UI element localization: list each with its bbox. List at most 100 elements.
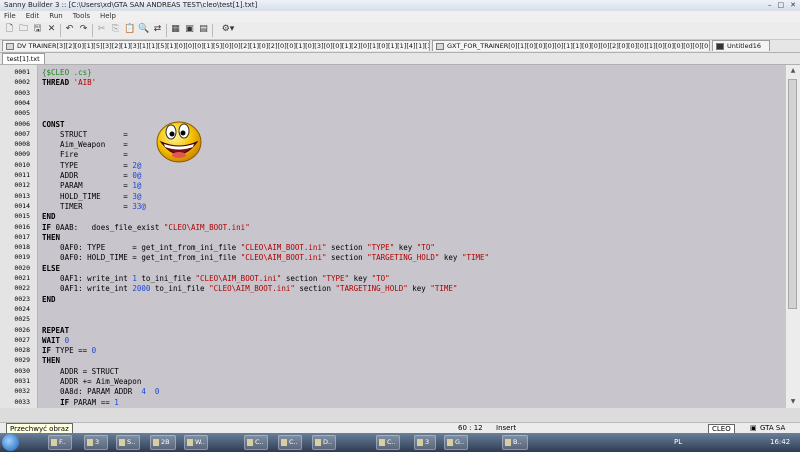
- paste-icon[interactable]: 📋: [124, 24, 135, 35]
- redo-icon[interactable]: ↷: [78, 24, 89, 35]
- menu-bar: File Edit Run Tools Help: [0, 11, 800, 22]
- code-line[interactable]: HOLD_TIME = 3@: [42, 192, 141, 201]
- code-line[interactable]: 0AF0: TYPE = get_int_from_ini_file "CLEO…: [42, 243, 435, 252]
- taskbar-item[interactable]: C..: [278, 435, 302, 450]
- code-line[interactable]: 0A8d: PARAM ADDR 4 0: [42, 387, 159, 396]
- code-line[interactable]: ADDR = 0@: [42, 171, 141, 180]
- code-line[interactable]: ELSE: [42, 264, 60, 273]
- replace-icon[interactable]: ⇄: [152, 24, 163, 35]
- code-line[interactable]: Fire =: [42, 150, 128, 159]
- taskbar-item[interactable]: C..: [376, 435, 400, 450]
- line-number: 0029: [14, 356, 30, 365]
- code-line[interactable]: THREAD 'AIB': [42, 78, 96, 87]
- decompile-icon[interactable]: ▤: [198, 24, 209, 35]
- code-line[interactable]: PARAM = 1@: [42, 181, 141, 190]
- line-number: 0027: [14, 335, 30, 344]
- line-number: 0001: [14, 68, 30, 76]
- code-line[interactable]: REPEAT: [42, 326, 69, 335]
- toolbar-separator: [166, 24, 167, 37]
- code-line[interactable]: THEN: [42, 233, 60, 242]
- code-line[interactable]: CONST: [42, 120, 65, 129]
- scroll-up-icon[interactable]: ▲: [786, 65, 800, 77]
- code-line[interactable]: END: [42, 212, 56, 221]
- line-number: 0018: [14, 243, 30, 252]
- new-file-icon[interactable]: 🗋: [4, 24, 15, 35]
- line-number: 0006: [14, 119, 30, 128]
- taskbar-item[interactable]: C..: [244, 435, 268, 450]
- close-button[interactable]: ✕: [790, 1, 796, 9]
- find-icon[interactable]: 🔍: [138, 24, 149, 35]
- menu-tools[interactable]: Tools: [73, 11, 90, 22]
- taskbar-item[interactable]: 3: [414, 435, 436, 450]
- save-icon[interactable]: 🖫: [32, 24, 43, 35]
- code-line[interactable]: STRUCT =: [42, 130, 128, 139]
- code-line[interactable]: TYPE = 2@: [42, 161, 141, 170]
- code-line[interactable]: IF 0AAB: does_file_exist "CLEO\AIM_BOOT.…: [42, 223, 250, 232]
- taskbar-item[interactable]: G..: [444, 435, 468, 450]
- cut-icon[interactable]: ✂: [96, 24, 107, 35]
- line-number: 0011: [14, 171, 30, 179]
- line-number: 0033: [14, 397, 30, 406]
- line-number: 0007: [14, 129, 30, 138]
- settings-gear-icon[interactable]: ⚙▾: [218, 24, 238, 35]
- scrollbar-thumb[interactable]: [788, 79, 797, 309]
- tab-untitled16[interactable]: Untitled16: [712, 40, 770, 51]
- line-number: 0021: [14, 274, 30, 282]
- minimize-button[interactable]: –: [768, 1, 772, 9]
- tab-test-txt[interactable]: test[1].txt: [2, 53, 45, 64]
- open-file-icon[interactable]: 🗀: [18, 24, 29, 35]
- copy-icon[interactable]: ⎘: [110, 24, 121, 35]
- line-number: 0010: [14, 160, 30, 169]
- toolbar-separator: [92, 24, 93, 37]
- taskbar-item[interactable]: S..: [116, 435, 140, 450]
- run-icon[interactable]: ▣: [184, 24, 195, 35]
- line-number: 0024: [14, 304, 30, 313]
- code-line[interactable]: TIMER = 33@: [42, 202, 146, 211]
- line-number: 0031: [14, 377, 30, 385]
- code-line[interactable]: END: [42, 295, 56, 304]
- menu-run[interactable]: Run: [49, 11, 62, 22]
- line-number: 0014: [14, 201, 30, 210]
- code-line[interactable]: WAIT 0: [42, 336, 69, 345]
- line-number: 0015: [14, 212, 30, 221]
- taskbar-item[interactable]: D..: [312, 435, 336, 450]
- code-line[interactable]: ADDR += Aim_Weapon: [42, 377, 141, 386]
- code-line[interactable]: THEN: [42, 356, 60, 365]
- code-line[interactable]: IF TYPE == 0: [42, 346, 96, 355]
- line-number-gutter: 0001 0002 0003 0004 0005 0006 0007 0008 0009 0010…: [0, 65, 38, 408]
- tab-gxt-for-trainer[interactable]: GXT_FOR_TRAINER[0][1][0][0][0][0][1][1][…: [432, 40, 710, 51]
- code-line[interactable]: {$CLEO .cs}: [42, 68, 92, 77]
- line-number: 0028: [14, 346, 30, 355]
- code-line[interactable]: IF PARAM == 1: [42, 398, 119, 407]
- undo-icon[interactable]: ↶: [64, 24, 75, 35]
- scroll-down-icon[interactable]: ▼: [786, 396, 800, 408]
- taskbar-item[interactable]: W..: [184, 435, 208, 450]
- close-file-icon[interactable]: ✕: [46, 24, 57, 35]
- menu-file[interactable]: File: [4, 11, 16, 22]
- taskbar-item[interactable]: B..: [502, 435, 528, 450]
- menu-help[interactable]: Help: [100, 11, 116, 22]
- menu-edit[interactable]: Edit: [26, 11, 40, 22]
- line-number: 0005: [14, 109, 30, 118]
- taskbar-item[interactable]: F..: [48, 435, 72, 450]
- taskbar-item[interactable]: 2B: [150, 435, 176, 450]
- tab-dv-trainer[interactable]: DV TRAINER[3][2][0][1][5][3][2][1][3][1]…: [2, 40, 430, 51]
- line-number: 0022: [14, 284, 30, 293]
- vertical-scrollbar[interactable]: ▲ ▼: [785, 65, 800, 408]
- file-icon: [436, 43, 444, 50]
- start-button[interactable]: [2, 434, 19, 451]
- taskbar-item[interactable]: 3: [84, 435, 108, 450]
- code-line[interactable]: 0AF1: write_int 1 to_ini_file "CLEO\AIM_…: [42, 274, 390, 283]
- subtab-bar: test[1].txt: [0, 53, 800, 65]
- code-line[interactable]: Aim_Weapon =: [42, 140, 128, 149]
- code-line[interactable]: 0AF1: write_int 2000 to_ini_file "CLEO\A…: [42, 284, 457, 293]
- lang-indicator[interactable]: PL: [674, 438, 682, 446]
- clock[interactable]: 16:42: [770, 438, 790, 446]
- compile-icon[interactable]: ▦: [170, 24, 181, 35]
- code-line[interactable]: 0AF0: HOLD_TIME = get_int_from_ini_file …: [42, 253, 489, 262]
- line-number: 0002: [14, 78, 30, 87]
- taskbar: F.. 3 S.. 2B W.. C.. C.. D.. C.. 3 G.. B…: [0, 433, 800, 452]
- code-line[interactable]: ADDR = STRUCT: [42, 367, 119, 376]
- line-number: 0016: [14, 222, 30, 231]
- maximize-button[interactable]: □: [778, 1, 785, 9]
